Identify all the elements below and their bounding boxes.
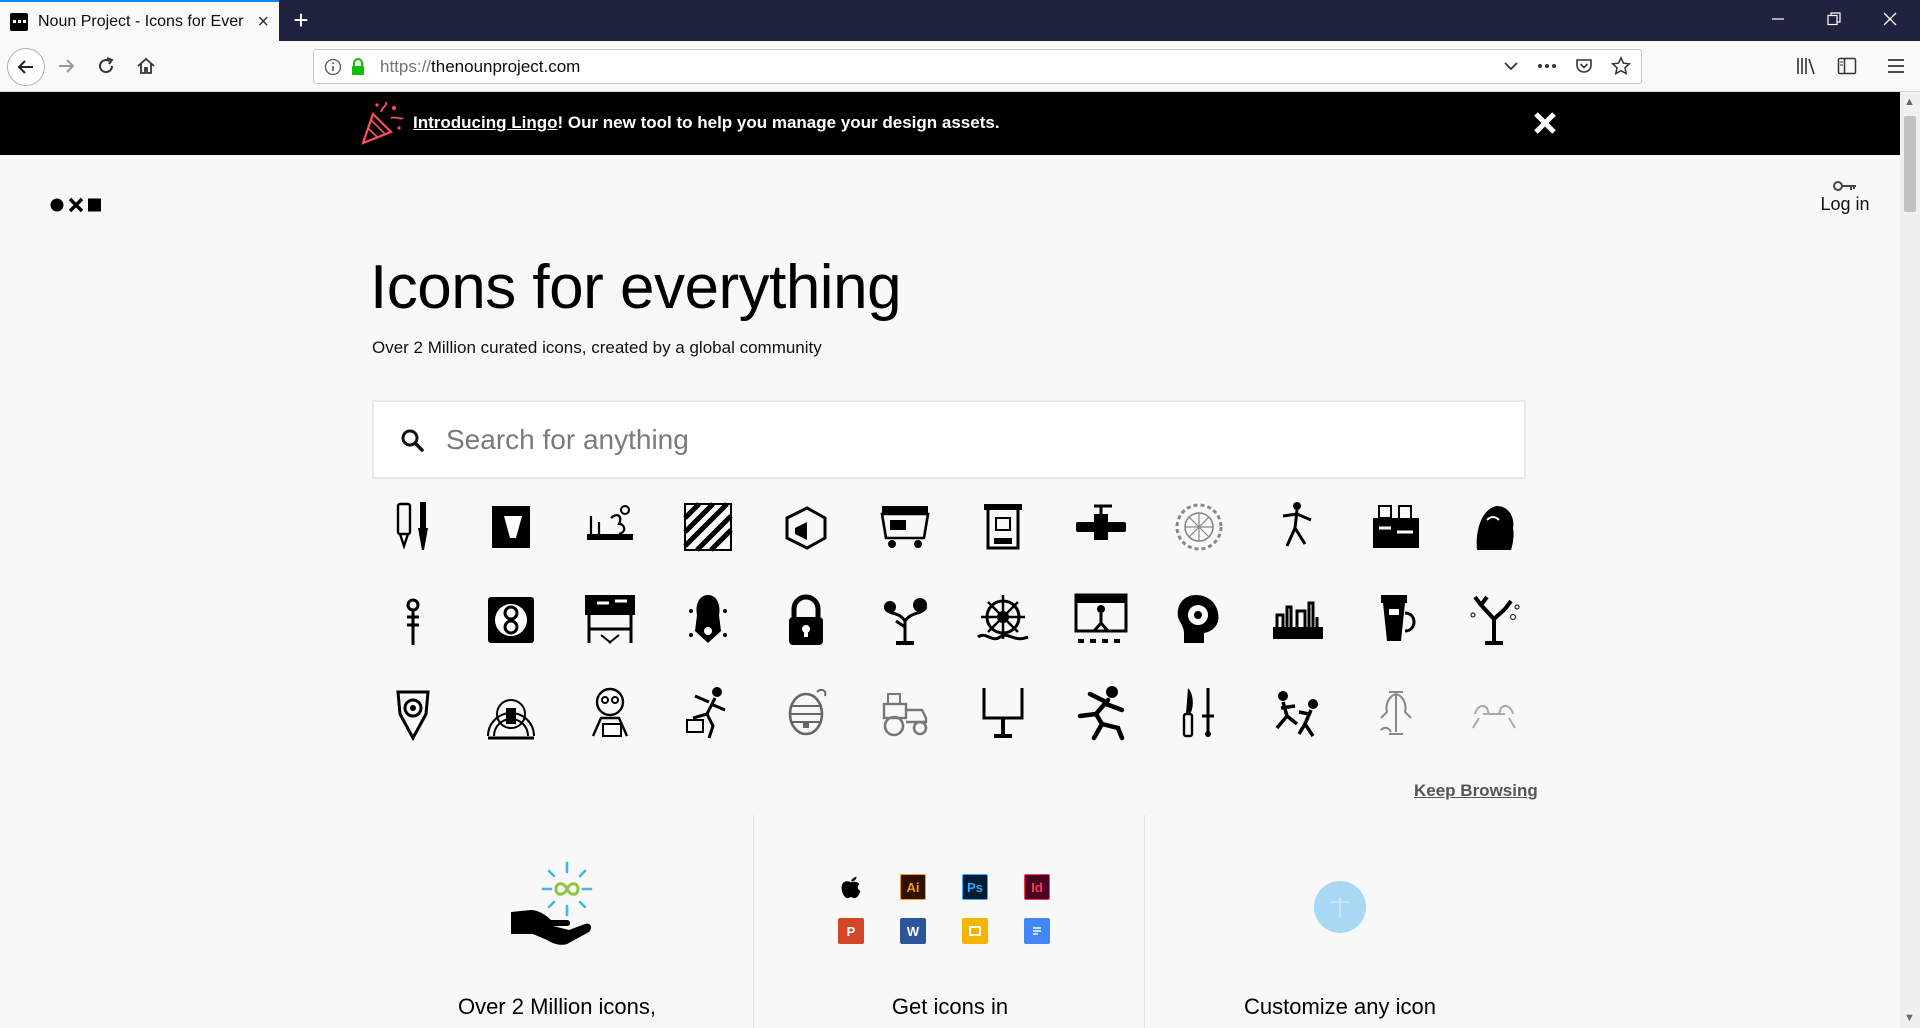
tab-title: Noun Project - Icons for Ever (38, 12, 244, 30)
secure-lock-icon (352, 57, 364, 75)
page-title: Icons for everything (370, 253, 902, 322)
indesign-icon: Id (1024, 874, 1050, 900)
logo-mark-icon (50, 197, 101, 213)
jumping-man-icon[interactable] (679, 684, 737, 742)
crosswalk-pattern-icon[interactable] (679, 498, 737, 556)
city-skyline-icon[interactable] (1269, 591, 1327, 649)
goal-post-icon[interactable] (974, 684, 1032, 742)
lingo-link[interactable]: Introducing Lingo (413, 113, 557, 132)
tractor-icon[interactable] (876, 684, 934, 742)
valve-pipe-icon[interactable] (1072, 498, 1130, 556)
back-button[interactable] (7, 48, 45, 86)
bonsai-tree-icon[interactable] (876, 591, 934, 649)
food-truck-icon[interactable] (876, 498, 934, 556)
close-banner-icon[interactable] (1530, 108, 1560, 138)
feature-title: Customize any icon (1244, 994, 1436, 1019)
sphinx-statue-icon[interactable] (1465, 498, 1523, 556)
banner-text: ! Our new tool to help you manage your d… (557, 113, 1000, 132)
stage-performer-icon[interactable] (1072, 591, 1130, 649)
scroll-down-icon[interactable]: ▼ (1904, 1012, 1915, 1024)
site-info-icon[interactable] (324, 58, 342, 76)
paint-tube-brush-icon[interactable] (384, 498, 442, 556)
powerpoint-icon: P (838, 918, 864, 944)
restore-icon[interactable] (1806, 0, 1862, 41)
dancing-figure-icon[interactable] (1269, 498, 1327, 556)
noun-project-logo[interactable] (50, 197, 102, 213)
search-input[interactable] (446, 423, 1346, 456)
more-actions-icon[interactable] (1537, 63, 1557, 69)
minimize-icon[interactable] (1750, 0, 1806, 41)
scrollbar-thumb[interactable] (1904, 116, 1916, 212)
book-page-icon[interactable] (482, 498, 540, 556)
browser-navbar: https://thenounproject.com (0, 41, 1920, 92)
chinese-knot-icon[interactable] (384, 591, 442, 649)
vase-handle-icon[interactable] (1367, 591, 1425, 649)
search-icon[interactable] (400, 428, 424, 452)
illustrator-icon: Ai (900, 874, 926, 900)
sidebar-toggle-icon[interactable] (1830, 49, 1864, 83)
garden-tools-icon[interactable] (581, 498, 639, 556)
dam-gate-icon[interactable] (974, 498, 1032, 556)
running-man-icon[interactable] (1072, 684, 1130, 742)
new-tab-button[interactable]: + (287, 6, 315, 34)
apple-icon (841, 876, 861, 899)
gear-wheel-icon[interactable] (1170, 498, 1228, 556)
bookmark-star-icon[interactable] (1611, 56, 1631, 76)
feature-title: Over 2 Million icons, (457, 994, 657, 1019)
word-icon: W (900, 918, 926, 944)
megaphone-device-icon[interactable] (777, 498, 835, 556)
feature-title: Get icons in (891, 994, 1009, 1019)
icon-grid (372, 490, 1546, 772)
person-reading-icon[interactable] (581, 684, 639, 742)
fighting-figures-icon[interactable] (1269, 684, 1327, 742)
workbench-icon[interactable] (581, 591, 639, 649)
close-window-icon[interactable] (1862, 0, 1918, 41)
banner-message: Introducing Lingo! Our new tool to help … (413, 113, 1000, 133)
head-gear-icon[interactable] (1170, 591, 1228, 649)
tab-close-icon[interactable]: × (257, 12, 269, 32)
circle-frame-icon[interactable] (482, 591, 540, 649)
shield-emblem-icon[interactable] (384, 684, 442, 742)
pocket-icon[interactable] (1575, 57, 1593, 75)
google-slides-icon (962, 918, 988, 944)
home-button[interactable] (129, 49, 163, 83)
hamburger-menu-icon[interactable] (1879, 49, 1913, 83)
key-icon (1833, 181, 1856, 191)
keep-browsing-link[interactable]: Keep Browsing (1414, 781, 1538, 801)
hands-holding-icon[interactable] (1367, 684, 1425, 742)
announcement-banner: Introducing Lingo! Our new tool to help … (0, 92, 1900, 155)
padlock-icon[interactable] (777, 591, 835, 649)
fountain-pen-icon[interactable] (679, 591, 737, 649)
beehive-icon[interactable] (777, 684, 835, 742)
library-icon[interactable] (1790, 49, 1824, 83)
photoshop-icon: Ps (962, 874, 988, 900)
url-text[interactable]: https://thenounproject.com (380, 57, 580, 77)
ship-wheel-icon[interactable] (974, 591, 1032, 649)
page-scrollbar[interactable]: ▲ ▼ (1900, 92, 1920, 1028)
google-docs-icon (1024, 918, 1050, 944)
browser-tab[interactable]: Noun Project - Icons for Ever × (0, 0, 279, 41)
search-box[interactable] (372, 400, 1526, 479)
forward-button[interactable] (49, 49, 83, 83)
address-bar[interactable]: https://thenounproject.com (313, 49, 1642, 84)
page-subtitle: Over 2 Million curated icons, created by… (372, 338, 822, 357)
chevron-down-icon[interactable] (1503, 58, 1519, 74)
hands-stretch-icon[interactable] (1465, 684, 1523, 742)
scroll-up-icon[interactable]: ▲ (1904, 96, 1915, 108)
customize-color-icon (1314, 881, 1366, 933)
fist-badge-icon[interactable] (482, 684, 540, 742)
party-popper-icon (361, 101, 404, 145)
construction-site-icon[interactable] (1367, 498, 1425, 556)
login-link[interactable]: Log in (1810, 180, 1880, 215)
reload-button[interactable] (89, 49, 123, 83)
login-label: Log in (1820, 194, 1870, 214)
noun-project-favicon-icon (10, 12, 28, 31)
coral-plant-icon[interactable] (1465, 591, 1523, 649)
browser-tabstrip: Noun Project - Icons for Ever × + (0, 0, 1920, 41)
knife-sword-icon[interactable] (1170, 684, 1228, 742)
hand-infinity-icon (511, 861, 593, 945)
